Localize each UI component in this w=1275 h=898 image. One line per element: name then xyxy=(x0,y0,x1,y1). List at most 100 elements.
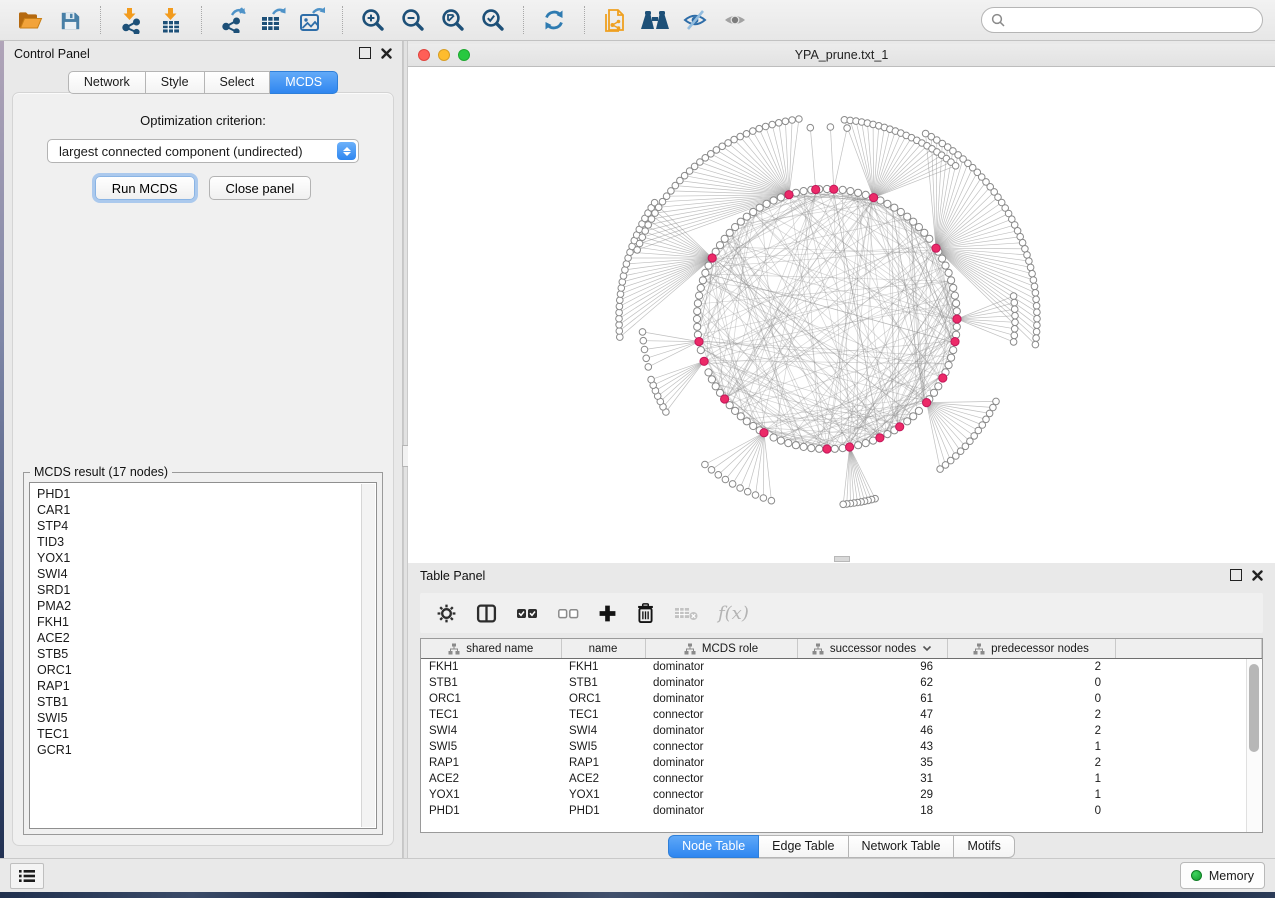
run-mcds-button[interactable]: Run MCDS xyxy=(95,176,195,200)
network-node[interactable] xyxy=(616,315,623,322)
network-node[interactable] xyxy=(737,133,744,140)
network-graph[interactable] xyxy=(408,67,1275,561)
network-node[interactable] xyxy=(620,273,627,280)
column-header-successor-nodes[interactable]: successor nodes xyxy=(797,639,947,659)
mcds-result-item[interactable]: PMA2 xyxy=(37,598,376,614)
tab-style[interactable]: Style xyxy=(146,71,205,94)
network-node[interactable] xyxy=(945,362,952,369)
table-cell[interactable]: 1 xyxy=(947,771,1115,787)
network-node[interactable] xyxy=(715,472,722,479)
network-node[interactable] xyxy=(770,434,777,441)
network-node[interactable] xyxy=(1010,293,1017,300)
horizontal-splitter-handle[interactable] xyxy=(834,556,850,562)
network-node[interactable] xyxy=(634,247,641,254)
table-row[interactable]: RAP1RAP1dominator352 xyxy=(421,755,1262,771)
network-node[interactable] xyxy=(915,224,922,231)
network-node[interactable] xyxy=(1031,283,1038,290)
close-panel-icon[interactable] xyxy=(1252,570,1263,581)
table-cell[interactable]: dominator xyxy=(645,803,797,819)
table-cell[interactable] xyxy=(1115,723,1262,739)
mcds-result-item[interactable]: PHD1 xyxy=(37,486,376,502)
network-node[interactable] xyxy=(953,300,960,307)
table-cell[interactable]: 1 xyxy=(947,739,1115,755)
mcds-result-item[interactable]: FKH1 xyxy=(37,614,376,630)
import-table-button[interactable] xyxy=(153,4,189,36)
table-cell[interactable]: 62 xyxy=(797,675,947,691)
table-cell[interactable]: dominator xyxy=(645,723,797,739)
network-node[interactable] xyxy=(1011,299,1018,306)
mcds-network-node[interactable] xyxy=(923,399,931,407)
network-node[interactable] xyxy=(737,218,744,225)
network-node[interactable] xyxy=(648,376,655,383)
network-node[interactable] xyxy=(807,124,814,131)
mcds-network-node[interactable] xyxy=(708,254,716,262)
network-node[interactable] xyxy=(705,369,712,376)
network-node[interactable] xyxy=(639,329,646,336)
network-node[interactable] xyxy=(1010,339,1017,346)
network-node[interactable] xyxy=(1026,258,1033,265)
network-node[interactable] xyxy=(641,346,648,353)
network-node[interactable] xyxy=(722,476,729,483)
network-node[interactable] xyxy=(1033,303,1040,310)
network-node[interactable] xyxy=(844,125,851,132)
network-node[interactable] xyxy=(619,279,626,286)
table-cell[interactable]: connector xyxy=(645,771,797,787)
network-node[interactable] xyxy=(639,234,646,241)
table-cell[interactable] xyxy=(1115,675,1262,691)
network-node[interactable] xyxy=(827,124,834,131)
network-node[interactable] xyxy=(617,334,624,341)
network-node[interactable] xyxy=(1030,277,1037,284)
table-cell[interactable] xyxy=(1115,803,1262,819)
close-panel-button[interactable]: Close panel xyxy=(209,176,312,200)
network-node[interactable] xyxy=(702,461,709,468)
network-node[interactable] xyxy=(617,297,624,304)
mcds-result-item[interactable]: SWI4 xyxy=(37,566,376,582)
table-cell[interactable]: 18 xyxy=(797,803,947,819)
table-row[interactable]: TEC1TEC1connector472 xyxy=(421,707,1262,723)
table-cell[interactable]: SWI4 xyxy=(421,723,561,739)
mcds-result-item[interactable]: YOX1 xyxy=(37,550,376,566)
hide-details-button[interactable] xyxy=(677,4,713,36)
table-cell[interactable]: ACE2 xyxy=(561,771,645,787)
network-node[interactable] xyxy=(785,440,792,447)
table-cell[interactable]: YOX1 xyxy=(561,787,645,803)
network-node[interactable] xyxy=(712,383,719,390)
network-node[interactable] xyxy=(782,118,789,125)
table-cell[interactable]: 47 xyxy=(797,707,947,723)
table-cell[interactable]: 2 xyxy=(947,659,1115,676)
mcds-network-node[interactable] xyxy=(695,338,703,346)
network-node[interactable] xyxy=(1029,270,1036,277)
network-node[interactable] xyxy=(732,407,739,414)
network-node[interactable] xyxy=(1033,335,1040,342)
table-cell[interactable]: SWI4 xyxy=(561,723,645,739)
network-node[interactable] xyxy=(699,277,706,284)
mcds-result-item[interactable]: SRD1 xyxy=(37,582,376,598)
network-window-titlebar[interactable]: YPA_prune.txt_1 xyxy=(408,44,1275,67)
column-settings-button[interactable] xyxy=(436,603,457,624)
network-node[interactable] xyxy=(986,410,993,417)
close-panel-icon[interactable] xyxy=(381,48,392,59)
network-node[interactable] xyxy=(800,188,807,195)
network-node[interactable] xyxy=(697,284,704,291)
network-node[interactable] xyxy=(855,189,862,196)
table-cell[interactable]: 0 xyxy=(947,803,1115,819)
mcds-result-item[interactable]: CAR1 xyxy=(37,502,376,518)
network-node[interactable] xyxy=(750,208,757,215)
network-node[interactable] xyxy=(708,376,715,383)
network-node[interactable] xyxy=(636,240,643,247)
mcds-result-item[interactable]: GCR1 xyxy=(37,742,376,758)
network-node[interactable] xyxy=(1027,264,1034,271)
network-node[interactable] xyxy=(921,229,928,236)
close-window-button[interactable] xyxy=(418,49,430,61)
scrollbar-thumb[interactable] xyxy=(1249,664,1259,752)
refresh-button[interactable] xyxy=(536,4,572,36)
network-node[interactable] xyxy=(616,309,623,316)
table-cell[interactable]: 96 xyxy=(797,659,947,676)
column-header-predecessor-nodes[interactable]: predecessor nodes xyxy=(947,639,1115,659)
network-node[interactable] xyxy=(937,466,944,473)
network-node[interactable] xyxy=(800,443,807,450)
table-cell[interactable]: 1 xyxy=(947,787,1115,803)
network-node[interactable] xyxy=(618,285,625,292)
network-node[interactable] xyxy=(930,389,937,396)
network-node[interactable] xyxy=(729,481,736,488)
